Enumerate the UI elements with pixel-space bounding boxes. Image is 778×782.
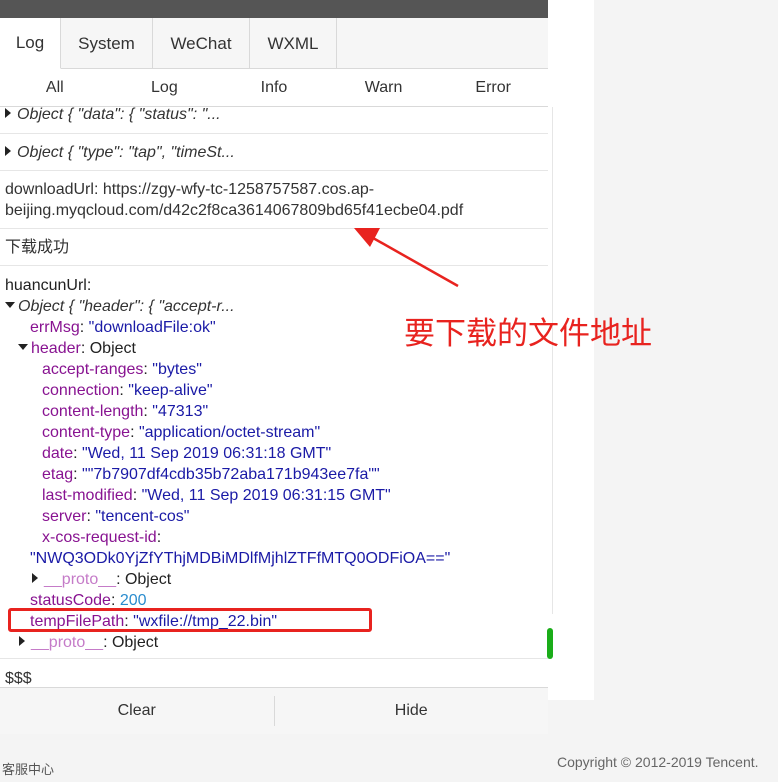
filter-warn[interactable]: Warn (329, 69, 439, 106)
object-preview: Object { "header": { "accept-r... (18, 298, 235, 315)
property-value: "NWQ3ODk0YjZfYThjMDBiMDlfMjhlZTFfMTQ0ODF… (30, 550, 451, 567)
scroll-track (552, 107, 553, 614)
log-list[interactable]: Object { "data": { "status": "... Object… (0, 107, 548, 687)
object-preview: Object { "data": { "status": "... (17, 107, 221, 123)
property-row: last-modified: "Wed, 11 Sep 2019 06:31:1… (42, 487, 391, 504)
log-text: huancunUrl: (5, 277, 92, 294)
log-entry-download-url: downloadUrl: https://zgy-wfy-tc-12587575… (0, 171, 548, 229)
property-row[interactable]: header: Object (18, 338, 136, 359)
log-filter-bar: All Log Info Warn Error (0, 69, 548, 107)
annotation-arrow-icon (354, 228, 459, 288)
object-row[interactable]: Object { "type": "tap", "timeSt... (0, 134, 548, 163)
tab-wxml[interactable]: WXML (250, 18, 337, 69)
property-row: connection: "keep-alive" (42, 382, 213, 399)
log-entry-success: 下载成功 (0, 229, 548, 266)
log-entry: Object { "type": "tap", "timeSt... (0, 134, 548, 171)
log-text: beijing.myqcloud.com/d42c2f8ca3614067809… (5, 202, 464, 219)
customer-service-link[interactable]: 客服中心 (2, 759, 54, 778)
collapse-arrow-icon[interactable] (18, 344, 28, 350)
filter-all[interactable]: All (0, 69, 110, 106)
property-row[interactable]: __proto__: Object (32, 569, 171, 590)
object-preview: Object { "type": "tap", "timeSt... (17, 144, 235, 161)
log-entry: Object { "data": { "status": "... (0, 107, 548, 134)
copyright-text: Copyright © 2012-2019 Tencent. (557, 754, 759, 770)
annotation-label: 要下载的文件地址 (404, 316, 652, 352)
property-row: content-length: "47313" (42, 403, 209, 420)
console-tab-bar: Log System WeChat WXML (0, 18, 548, 69)
vconsole-toggle[interactable] (547, 628, 553, 659)
property-row: etag: ""7b7907df4cdb35b72aba171b943ee7fa… (42, 466, 380, 483)
log-entry: $$$ (0, 659, 548, 687)
expand-arrow-icon[interactable] (5, 146, 11, 156)
tab-wechat[interactable]: WeChat (153, 18, 250, 69)
property-row: errMsg: "downloadFile:ok" (30, 319, 216, 336)
console-top-bar (0, 0, 548, 18)
expand-arrow-icon[interactable] (19, 636, 25, 646)
annotation-highlight-box (8, 608, 372, 632)
hide-button[interactable]: Hide (275, 688, 549, 734)
expand-arrow-icon[interactable] (5, 108, 11, 118)
property-row: date: "Wed, 11 Sep 2019 06:31:18 GMT" (42, 445, 332, 462)
tab-system[interactable]: System (61, 18, 153, 69)
filter-log[interactable]: Log (110, 69, 220, 106)
collapse-arrow-icon[interactable] (5, 302, 15, 308)
property-row: x-cos-request-id: (42, 529, 162, 546)
filter-info[interactable]: Info (219, 69, 329, 106)
page-strip (548, 700, 778, 734)
console-bottom-bar: Clear Hide (0, 687, 548, 734)
log-text: 下载成功 (5, 239, 70, 256)
log-text: $$$ (5, 670, 32, 687)
object-row[interactable]: Object { "header": { "accept-r... (5, 296, 235, 317)
property-row: content-type: "application/octet-stream" (42, 424, 321, 441)
tab-log[interactable]: Log (0, 18, 61, 69)
expand-arrow-icon[interactable] (32, 573, 38, 583)
property-row: server: "tencent-cos" (42, 508, 190, 525)
log-text: downloadUrl: https://zgy-wfy-tc-12587575… (5, 181, 375, 198)
property-row[interactable]: __proto__: Object (19, 632, 158, 653)
clear-button[interactable]: Clear (0, 688, 274, 734)
filter-error[interactable]: Error (438, 69, 548, 106)
object-row[interactable]: Object { "data": { "status": "... (0, 107, 548, 125)
property-row: accept-ranges: "bytes" (42, 361, 202, 378)
